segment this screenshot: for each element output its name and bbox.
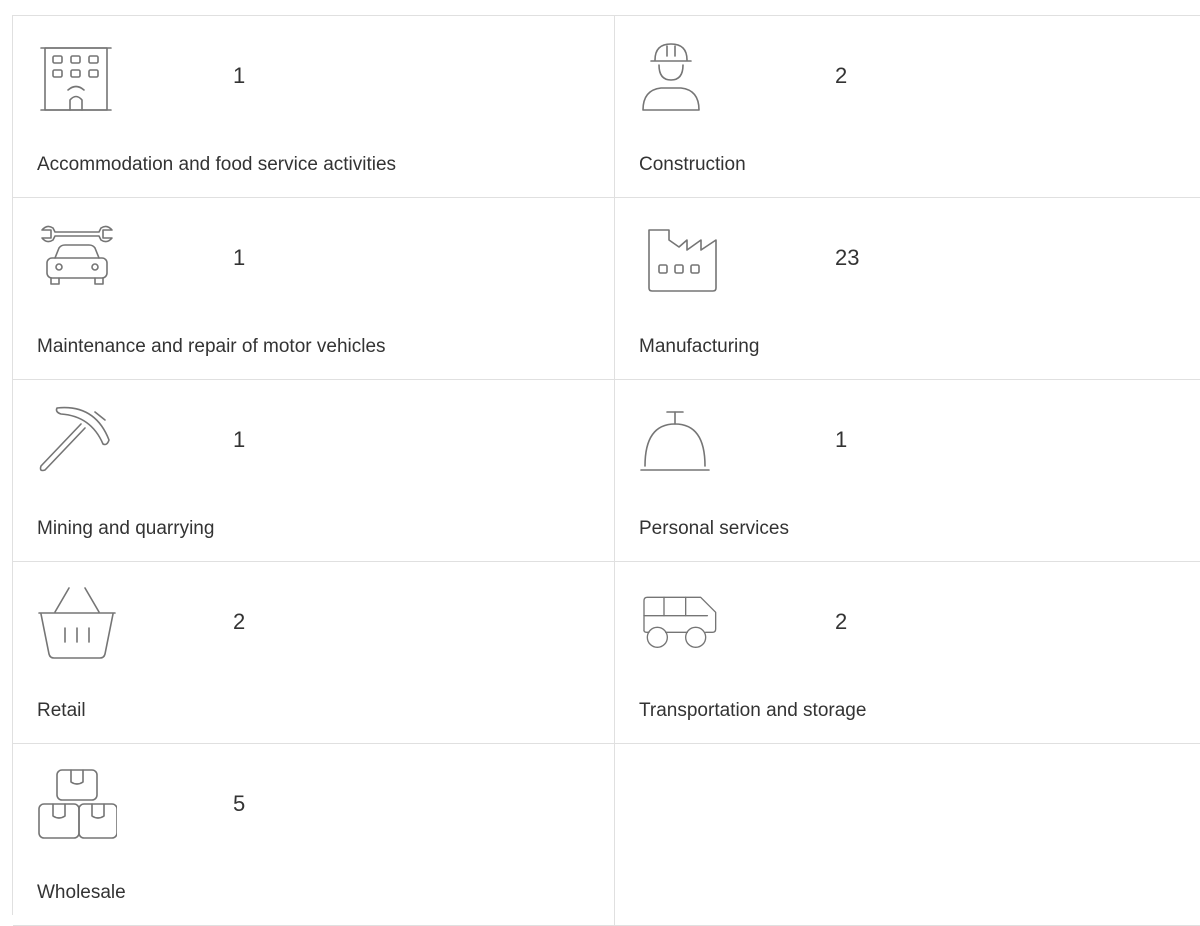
factory-icon xyxy=(639,220,719,300)
sector-label: Personal services xyxy=(639,518,789,539)
sector-count: 1 xyxy=(233,427,246,452)
sector-card-accommodation[interactable]: 1 Accommodation and food service activit… xyxy=(13,16,615,198)
sector-card-retail[interactable]: 2 Retail xyxy=(13,562,615,744)
sector-label: Wholesale xyxy=(37,882,126,903)
sector-card-vehicle-repair[interactable]: 1 Maintenance and repair of motor vehicl… xyxy=(13,198,615,380)
sector-count: 23 xyxy=(835,245,860,270)
sector-label: Transportation and storage xyxy=(639,700,867,721)
sector-label: Accommodation and food service activitie… xyxy=(37,154,397,175)
sector-count: 1 xyxy=(233,63,246,88)
pickaxe-icon xyxy=(37,402,117,482)
sector-label: Maintenance and repair of motor vehicles xyxy=(37,336,386,357)
sector-count: 5 xyxy=(233,791,246,816)
hotel-building-icon xyxy=(37,38,117,118)
sector-count: 2 xyxy=(835,609,848,634)
sector-label: Construction xyxy=(639,154,746,175)
sector-label: Retail xyxy=(37,700,86,721)
construction-worker-icon xyxy=(639,38,719,118)
van-icon xyxy=(639,584,719,664)
empty-cell xyxy=(615,744,1200,926)
sector-label: Manufacturing xyxy=(639,336,760,357)
car-repair-wrench-icon xyxy=(37,220,117,300)
sector-card-personal-services[interactable]: 1 Personal services xyxy=(615,380,1200,562)
sector-count: 2 xyxy=(835,63,848,88)
sector-card-manufacturing[interactable]: 23 Manufacturing xyxy=(615,198,1200,380)
sector-count: 2 xyxy=(233,609,246,634)
shopping-basket-icon xyxy=(37,584,117,664)
sector-count: 1 xyxy=(835,427,848,452)
sector-label: Mining and quarrying xyxy=(37,518,215,539)
stacked-boxes-icon xyxy=(37,766,117,846)
sector-card-transportation[interactable]: 2 Transportation and storage xyxy=(615,562,1200,744)
sector-grid: 1 Accommodation and food service activit… xyxy=(12,15,1200,926)
service-bell-icon xyxy=(639,402,719,482)
sector-card-wholesale[interactable]: 5 Wholesale xyxy=(13,744,615,926)
sector-card-construction[interactable]: 2 Construction xyxy=(615,16,1200,198)
sector-count: 1 xyxy=(233,245,246,270)
sector-card-mining[interactable]: 1 Mining and quarrying xyxy=(13,380,615,562)
